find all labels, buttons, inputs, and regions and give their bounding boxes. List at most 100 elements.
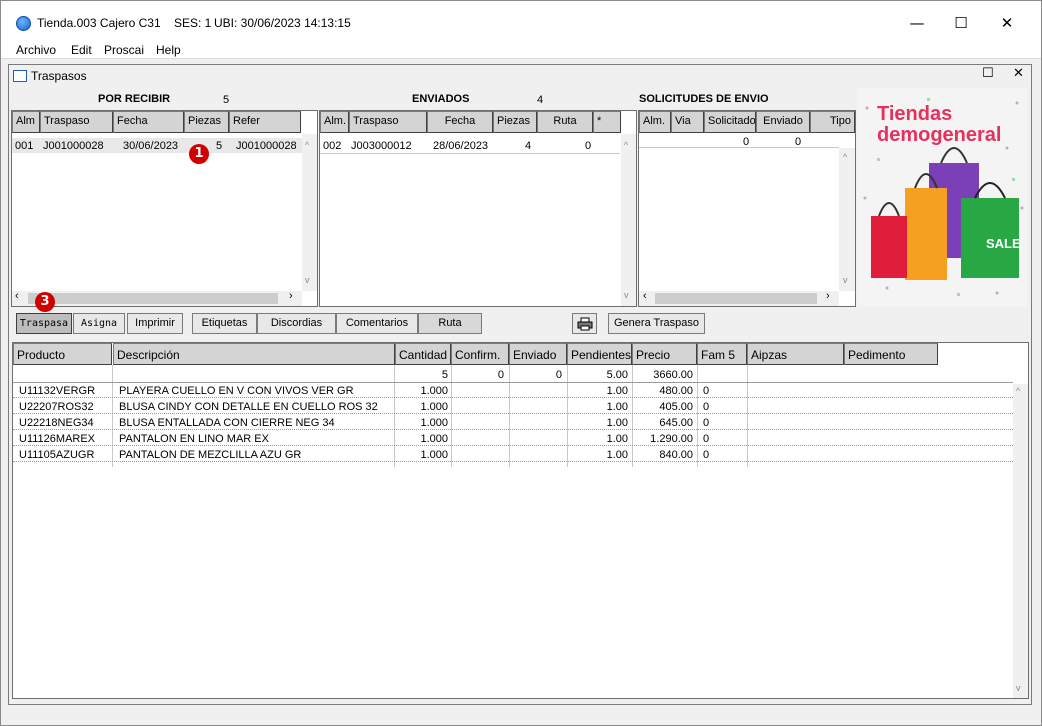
col-alm[interactable]: Alm. [320,111,349,133]
total-pendientes: 5.00 [606,369,628,381]
cell-alm: 002 [323,140,342,152]
col-aipzas[interactable]: Aipzas [747,343,844,365]
ruta-button[interactable]: Ruta [418,313,482,334]
col-star[interactable]: * [593,111,621,133]
cell-producto: U11105AZUGR [19,449,95,461]
menu-proscai[interactable]: Proscai [104,43,144,57]
col-alm[interactable]: Alm [12,111,40,133]
minimize-button[interactable]: — [894,8,940,38]
table-row[interactable]: U11132VERGR PLAYERA CUELLO EN V CON VIVO… [13,384,1013,398]
printer-icon [577,317,592,331]
cell-cantidad: 1.000 [420,433,448,445]
vertical-scrollbar[interactable] [839,148,855,291]
imprimir-button[interactable]: Imprimir [127,313,183,334]
comentarios-button[interactable]: Comentarios [336,313,418,334]
discordias-button[interactable]: Discordias [257,313,336,334]
table-row[interactable]: U22207ROS32 BLUSA CINDY CON DETALLE EN C… [13,400,1013,414]
col-traspaso[interactable]: Traspaso [349,111,427,133]
vertical-scrollbar[interactable] [302,134,317,291]
col-pendientes[interactable]: Pendientes [567,343,632,365]
menu-help[interactable]: Help [156,43,181,57]
cell-alm: 001 [15,140,34,152]
table-row[interactable]: U11105AZUGR PANTALON DE MEZCLILLA AZU GR… [13,448,1013,462]
col-fecha[interactable]: Fecha [113,111,184,133]
col-enviado[interactable]: Enviado [509,343,567,365]
globe-icon [16,16,31,31]
scroll-left-icon[interactable]: ‹ [15,290,19,302]
col-fecha[interactable]: Fecha [427,111,493,133]
vertical-scrollbar[interactable] [621,134,636,306]
scroll-down-icon[interactable]: v [843,275,848,285]
col-cantidad[interactable]: Cantidad [395,343,451,365]
col-alm[interactable]: Alm. [639,111,671,133]
cell-fam: 0 [703,449,710,461]
sale-label: SALE [986,236,1021,251]
cell-fam: 0 [703,433,710,445]
scroll-down-icon[interactable]: v [624,290,629,300]
scroll-left-icon[interactable]: ‹ [643,290,647,302]
scroll-right-icon[interactable]: › [826,290,830,302]
cell-piezas: 4 [525,140,532,152]
col-pedimento[interactable]: Pedimento [844,343,938,365]
child-maximize-button[interactable]: ☐ [982,66,994,81]
cell-fecha: 28/06/2023 [433,140,489,152]
cell-traspaso: J003000012 [351,140,412,152]
window-title: Tienda.003 Cajero C31 [37,16,161,30]
scroll-up-icon[interactable]: ^ [1016,386,1020,396]
cell-descripcion: PANTALON EN LINO MAR EX [119,433,269,445]
col-refer[interactable]: Refer [229,111,301,133]
session-label: SES: 1 [174,16,212,30]
col-producto[interactable]: Producto [13,343,112,365]
cell-fam: 0 [703,417,710,429]
total-cantidad: 5 [441,369,448,381]
scroll-right-icon[interactable]: › [289,290,293,302]
cell-cantidad: 1.000 [420,417,448,429]
cell-pendientes: 1.00 [606,433,628,445]
scroll-up-icon[interactable]: ^ [843,152,847,162]
print-button[interactable] [572,313,597,334]
col-via[interactable]: Via [671,111,704,133]
scrollbar-thumb[interactable] [655,293,817,304]
menu-archivo[interactable]: Archivo [16,43,56,57]
enviados-count: 4 [537,94,544,106]
asigna-button[interactable]: Asigna [73,313,125,334]
cell-fam: 0 [703,385,710,397]
cell-producto: U22218NEG34 [19,417,94,429]
scroll-down-icon[interactable]: v [1016,683,1021,693]
table-row[interactable]: U22218NEG34 BLUSA ENTALLADA CON CIERRE N… [13,416,1013,430]
cell-pendientes: 1.00 [606,417,628,429]
menu-edit[interactable]: Edit [71,43,92,57]
col-solicitado[interactable]: Solicitado [704,111,756,133]
col-traspaso[interactable]: Traspaso [40,111,113,133]
child-close-button[interactable]: ✕ [1013,66,1024,81]
cell-fecha: 30/06/2023 [123,140,179,152]
window-icon [13,70,27,82]
solicitudes-title: SOLICITUDES DE ENVIO [639,93,769,105]
etiquetas-button[interactable]: Etiquetas [192,313,257,334]
col-precio[interactable]: Precio [632,343,697,365]
location-datetime: UBI: 30/06/2023 14:13:15 [214,16,351,30]
col-descripcion[interactable]: Descripción [113,343,395,365]
cell-descripcion: PLAYERA CUELLO EN V CON VIVOS VER GR [119,385,354,397]
table-row[interactable]: U11126MAREX PANTALON EN LINO MAR EX 1.00… [13,432,1013,446]
col-piezas[interactable]: Piezas [493,111,537,133]
col-confirm[interactable]: Confirm. [451,343,509,365]
scroll-up-icon[interactable]: ^ [305,140,309,150]
vertical-scrollbar[interactable] [1013,384,1028,698]
close-button[interactable]: ✕ [984,8,1030,38]
scrollbar-thumb[interactable] [28,293,278,304]
col-enviado[interactable]: Enviado [756,111,810,133]
col-ruta[interactable]: Ruta [537,111,593,133]
genera-traspaso-button[interactable]: Genera Traspaso [608,313,705,334]
enviados-title: ENVIADOS [412,93,470,105]
scroll-down-icon[interactable]: v [305,275,310,285]
col-piezas[interactable]: Piezas [184,111,229,133]
cell-precio: 480.00 [659,385,693,397]
traspasa-button[interactable]: Traspasa [16,313,72,334]
cell-producto: U11126MAREX [19,433,96,445]
scroll-up-icon[interactable]: ^ [624,140,628,150]
cell-pendientes: 1.00 [606,449,628,461]
col-tipo[interactable]: Tipo [810,111,855,133]
col-fam5[interactable]: Fam 5 [697,343,747,365]
maximize-button[interactable]: ☐ [938,8,984,38]
